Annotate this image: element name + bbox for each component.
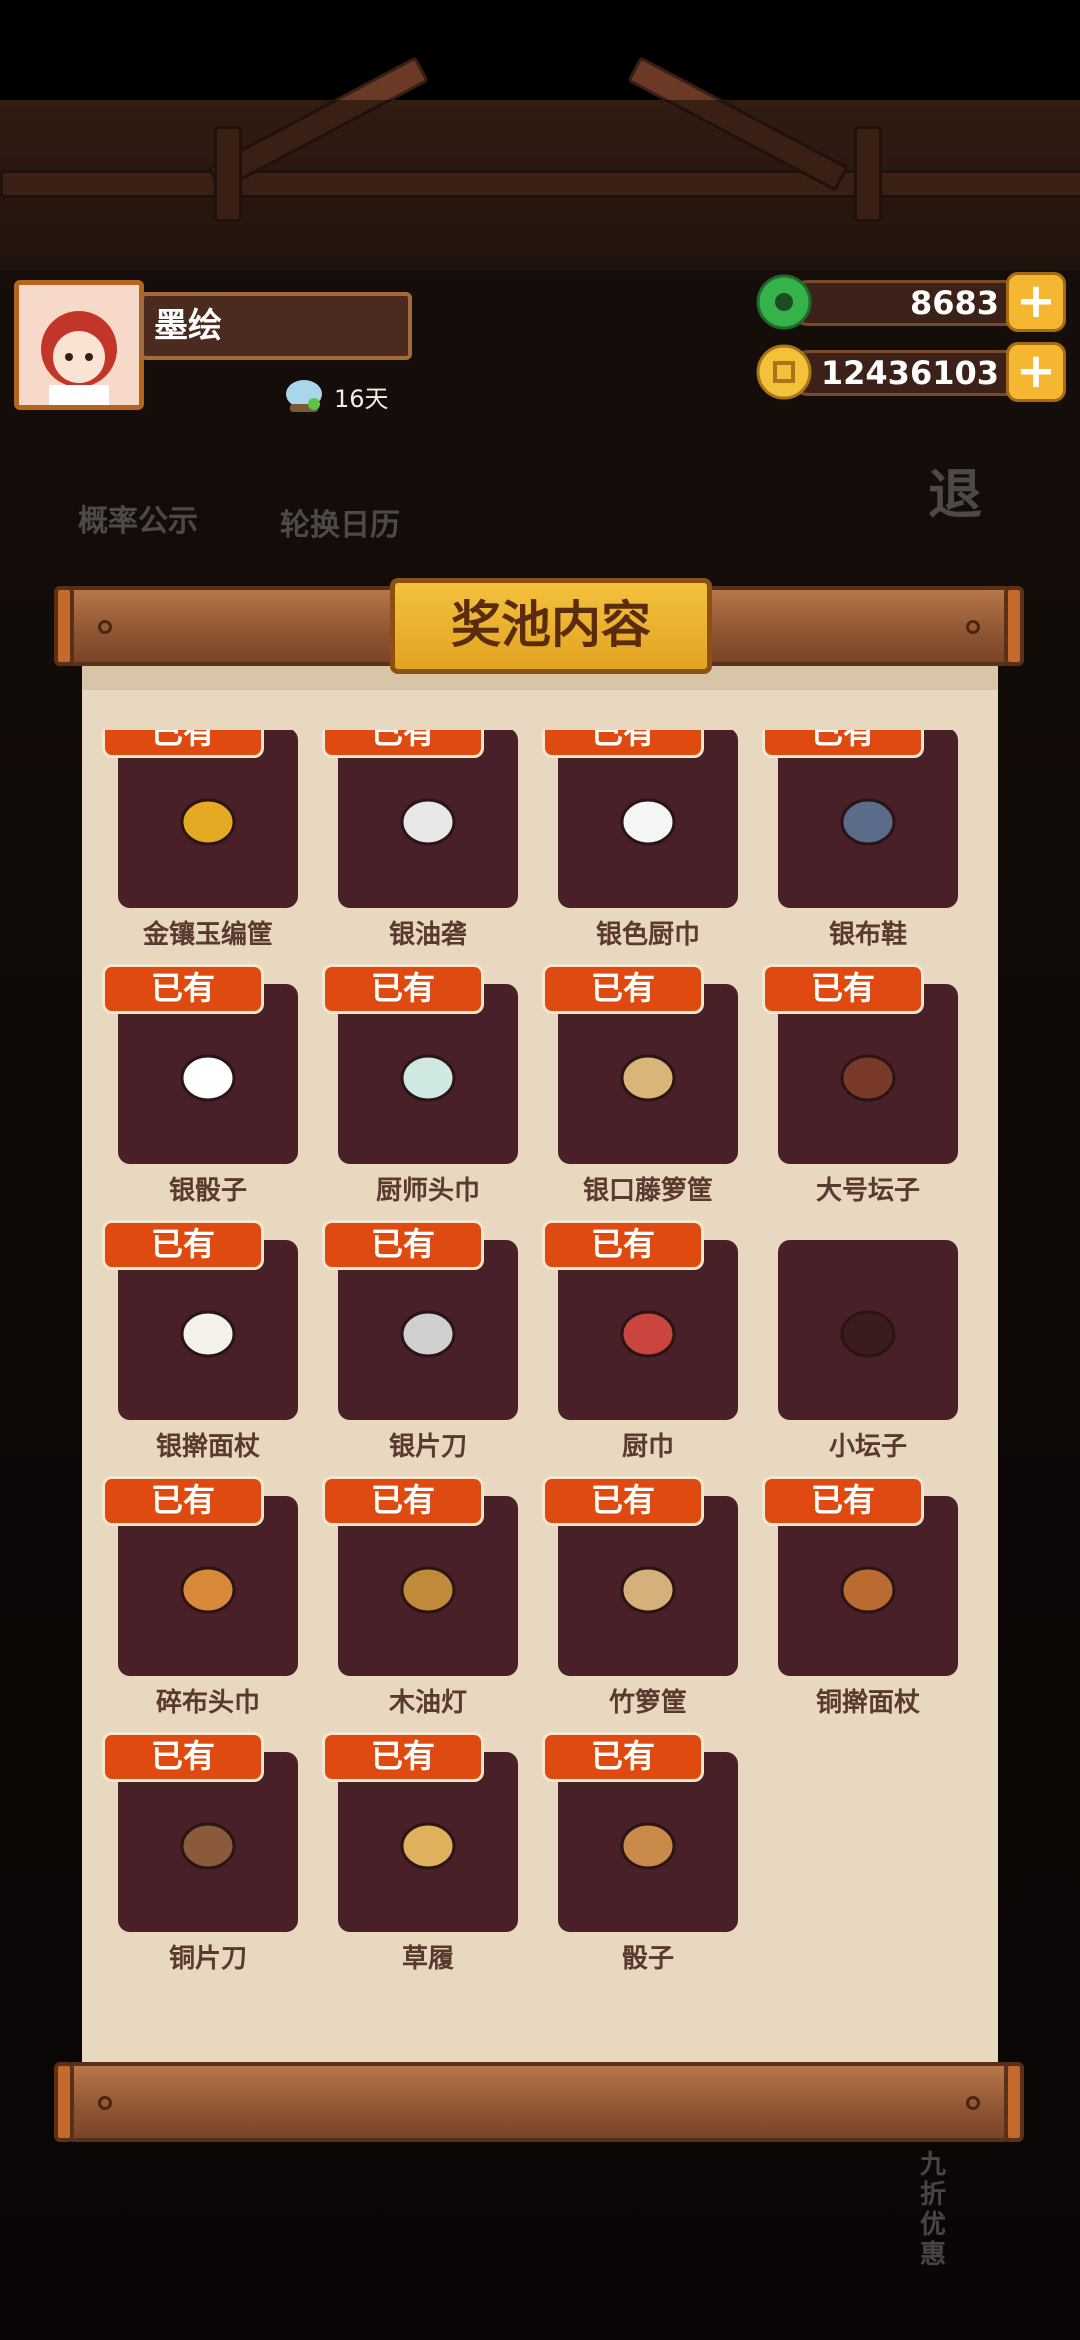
avatar[interactable] [14,280,144,410]
owned-badge: 已有 [322,1732,484,1782]
owned-badge: 已有 [322,730,484,758]
rattan-basket-icon [620,1054,676,1102]
coin-value: 12436103 [786,350,1036,396]
prize-item[interactable]: 已有大号坛子 [762,964,982,1206]
prize-item[interactable]: 已有草履 [322,1732,542,1974]
copper-cleaver-icon [180,1822,236,1870]
globe-icon [286,380,322,412]
silver-dice-icon [180,1054,236,1102]
owned-badge: 已有 [322,1476,484,1526]
prize-item[interactable]: 已有银布鞋 [762,730,982,950]
jade-currency: 8683 + [756,272,1066,332]
item-name: 银口藤箩筐 [582,1176,713,1206]
jade-icon [756,274,812,330]
exit-button[interactable]: 退 [928,450,982,529]
prize-item[interactable]: 小坛子 [762,1220,982,1462]
prize-item[interactable]: 已有金镶玉编筐 [102,730,322,950]
item-name: 银油砻 [388,920,467,950]
wooden-oil-lamp-icon [400,1566,456,1614]
scroll-bottom-rod [54,2062,1024,2142]
prize-item[interactable]: 已有碎布头巾 [102,1476,322,1718]
item-name: 碎布头巾 [155,1688,260,1718]
prize-item[interactable]: 已有银擀面杖 [102,1220,322,1462]
coin-icon [756,344,812,400]
item-name: 银布鞋 [828,920,907,950]
calendar-label[interactable]: 轮换日历 [280,500,400,544]
item-name: 铜片刀 [168,1944,247,1974]
item-name: 银擀面杖 [155,1432,260,1462]
prize-item[interactable]: 已有厨师头巾 [322,964,542,1206]
prize-item[interactable]: 已有银油砻 [322,730,542,950]
item-name: 草履 [401,1944,454,1974]
silver-cleaver-icon [400,1310,456,1358]
item-name: 厨师头巾 [375,1176,480,1206]
prize-item[interactable]: 已有铜片刀 [102,1732,322,1974]
small-jar-icon [840,1310,896,1358]
owned-badge: 已有 [102,730,264,758]
prize-item[interactable]: 已有厨巾 [542,1220,762,1462]
prize-item[interactable]: 已有骰子 [542,1732,762,1974]
dice-icon [620,1822,676,1870]
item-name: 铜擀面杖 [815,1688,920,1718]
item-name: 小坛子 [828,1432,907,1462]
prize-item[interactable]: 已有竹箩筐 [542,1476,762,1718]
prize-item[interactable]: 已有银骰子 [102,964,322,1206]
item-name: 骰子 [621,1944,674,1974]
item-name: 银色厨巾 [595,920,700,950]
owned-badge: 已有 [762,730,924,758]
owned-badge: 已有 [102,1732,264,1782]
days-counter: 16天 [282,376,389,416]
owned-badge: 已有 [762,1476,924,1526]
owned-badge: 已有 [102,964,264,1014]
add-jade-button[interactable]: + [1006,272,1066,332]
owned-badge: 已有 [542,964,704,1014]
large-jar-icon [840,1054,896,1102]
prize-item[interactable]: 已有银口藤箩筐 [542,964,762,1206]
gold-basket-icon [180,798,236,846]
discount-label: 九折优惠 [920,2150,947,2270]
prize-item[interactable]: 已有银色厨巾 [542,730,762,950]
silver-cloth-icon [620,798,676,846]
coin-currency: 12436103 + [756,342,1066,402]
days-value: 16天 [334,384,389,413]
item-name: 木油灯 [388,1688,467,1718]
silver-shoe-icon [840,798,896,846]
owned-badge: 已有 [542,1476,704,1526]
item-name: 竹箩筐 [608,1688,687,1718]
owned-badge: 已有 [322,964,484,1014]
owned-badge: 已有 [542,730,704,758]
silver-rolling-pin-icon [180,1310,236,1358]
jade-value: 8683 [786,280,1036,326]
owned-badge: 已有 [542,1220,704,1270]
prize-item[interactable]: 已有银片刀 [322,1220,542,1462]
player-name: 墨绘 [140,292,412,360]
straw-sandals-icon [400,1822,456,1870]
kitchen-cloth-icon [620,1310,676,1358]
bamboo-basket-icon [620,1566,676,1614]
copper-rolling-pin-icon [840,1566,896,1614]
item-grid: 已有 金镶玉编筐 已有 银油砻 已有 银色厨巾 已有 银布鞋 已有 银骰子 已有 厨师头巾 已有 银口藤箩… [82,730,998,2030]
item-name: 大号坛子 [815,1176,920,1206]
item-name: 金镶玉编筐 [142,920,273,950]
item-name: 银骰子 [168,1176,247,1206]
owned-badge: 已有 [102,1476,264,1526]
item-name: 厨巾 [621,1432,674,1462]
owned-badge: 已有 [542,1732,704,1782]
owned-badge: 已有 [762,964,924,1014]
add-coin-button[interactable]: + [1006,342,1066,402]
modal-title: 奖池内容 [390,578,712,674]
probability-label[interactable]: 概率公示 [78,496,198,540]
chef-headscarf-icon [400,1054,456,1102]
prize-item[interactable]: 已有铜擀面杖 [762,1476,982,1718]
owned-badge: 已有 [102,1220,264,1270]
silver-oil-lamp-icon [400,798,456,846]
item-name: 银片刀 [388,1432,467,1462]
rag-headscarf-icon [180,1566,236,1614]
prize-item[interactable]: 已有木油灯 [322,1476,542,1718]
owned-badge: 已有 [322,1220,484,1270]
